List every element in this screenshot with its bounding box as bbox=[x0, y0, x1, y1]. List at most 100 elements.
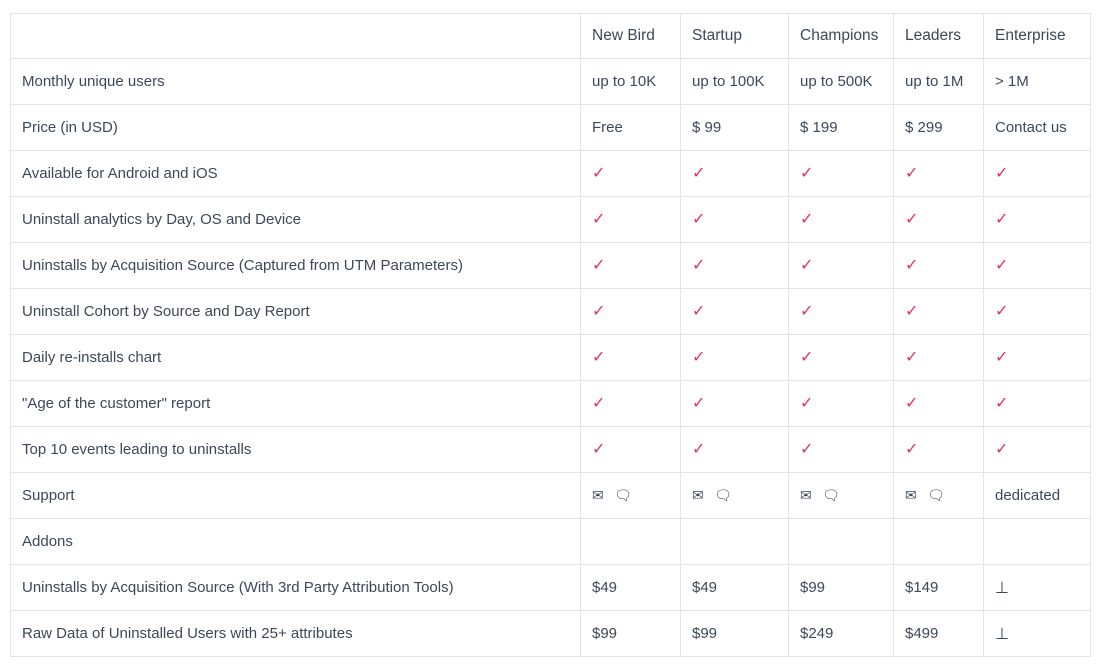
feature-included-leaders: ✓ bbox=[893, 288, 984, 335]
pricing-page: New Bird Startup Champions Leaders Enter… bbox=[0, 0, 1108, 669]
check-icon: ✓ bbox=[592, 210, 606, 228]
check-icon: ✓ bbox=[905, 440, 919, 458]
feature-included-champions: ✓ bbox=[788, 334, 894, 381]
feature-included-new-bird: ✓ bbox=[580, 288, 681, 335]
cell-leaders-raw-data-of-uninstalled-users-with-25-attributes: $499 bbox=[893, 610, 984, 657]
check-icon: ✓ bbox=[692, 256, 706, 274]
cell-startup-raw-data-of-uninstalled-users-with-25-attributes: $99 bbox=[680, 610, 789, 657]
check-icon: ✓ bbox=[800, 440, 814, 458]
cell-enterprise-price-in-usd: Contact us bbox=[983, 104, 1091, 151]
check-icon: ✓ bbox=[995, 394, 1009, 412]
feature-label-age-of-the-customer-report: "Age of the customer" report bbox=[10, 380, 581, 427]
feature-included-startup: ✓ bbox=[680, 380, 789, 427]
feature-included-leaders: ✓ bbox=[893, 334, 984, 381]
cell-champions-addons bbox=[788, 518, 894, 565]
check-icon: ✓ bbox=[692, 302, 706, 320]
feature-included-new-bird: ✓ bbox=[580, 150, 681, 197]
feature-included-champions: ✓ bbox=[788, 380, 894, 427]
cell-enterprise-addons bbox=[983, 518, 1091, 565]
cell-new-bird-price-in-usd: Free bbox=[580, 104, 681, 151]
check-icon: ✓ bbox=[905, 256, 919, 274]
feature-included-champions: ✓ bbox=[788, 242, 894, 289]
pricing-comparison-table: New Bird Startup Champions Leaders Enter… bbox=[10, 13, 1091, 657]
feature-label-addons: Addons bbox=[10, 518, 581, 565]
addon-download-enterprise: ⊥ bbox=[983, 610, 1091, 657]
check-icon: ✓ bbox=[592, 164, 606, 182]
cell-leaders-monthly-unique-users: up to 1M bbox=[893, 58, 984, 105]
feature-included-leaders: ✓ bbox=[893, 196, 984, 243]
feature-label-available-for-android-and-ios: Available for Android and iOS bbox=[10, 150, 581, 197]
cell-new-bird-monthly-unique-users: up to 10K bbox=[580, 58, 681, 105]
check-icon: ✓ bbox=[800, 394, 814, 412]
check-icon: ✓ bbox=[592, 394, 606, 412]
cell-new-bird-addons bbox=[580, 518, 681, 565]
cell-champions-monthly-unique-users: up to 500K bbox=[788, 58, 894, 105]
table-row: Addons bbox=[10, 518, 1091, 565]
check-icon: ✓ bbox=[692, 210, 706, 228]
check-icon: ✓ bbox=[995, 440, 1009, 458]
check-icon: ✓ bbox=[592, 348, 606, 366]
feature-included-champions: ✓ bbox=[788, 288, 894, 335]
feature-label-uninstall-analytics-by-day-os-and-device: Uninstall analytics by Day, OS and Devic… bbox=[10, 196, 581, 243]
plan-header-row: New Bird Startup Champions Leaders Enter… bbox=[10, 13, 1091, 59]
table-row: Top 10 events leading to uninstalls ✓ ✓ ✓ ✓ ✓ bbox=[10, 426, 1091, 473]
support-channels-startup: ✉ 🗨 bbox=[680, 472, 789, 519]
feature-included-startup: ✓ bbox=[680, 242, 789, 289]
check-icon: ✓ bbox=[905, 302, 919, 320]
cell-enterprise-monthly-unique-users: > 1M bbox=[983, 58, 1091, 105]
download-icon: ⊥ bbox=[995, 577, 1009, 597]
check-icon: ✓ bbox=[592, 256, 606, 274]
feature-included-leaders: ✓ bbox=[893, 242, 984, 289]
check-icon: ✓ bbox=[995, 348, 1009, 366]
check-icon: ✓ bbox=[800, 210, 814, 228]
check-icon: ✓ bbox=[905, 394, 919, 412]
feature-included-enterprise: ✓ bbox=[983, 288, 1091, 335]
table-row: Daily re-installs chart ✓ ✓ ✓ ✓ ✓ bbox=[10, 334, 1091, 381]
support-channels-leaders: ✉ 🗨 bbox=[893, 472, 984, 519]
support-channels-champions: ✉ 🗨 bbox=[788, 472, 894, 519]
check-icon: ✓ bbox=[800, 348, 814, 366]
feature-included-champions: ✓ bbox=[788, 150, 894, 197]
envelope-icon-and-chat-icon: ✉ 🗨 bbox=[905, 487, 948, 504]
support-channels-new-bird: ✉ 🗨 bbox=[580, 472, 681, 519]
envelope-icon-and-chat-icon: ✉ 🗨 bbox=[592, 487, 635, 504]
feature-included-leaders: ✓ bbox=[893, 426, 984, 473]
table-row: Uninstall analytics by Day, OS and Devic… bbox=[10, 196, 1091, 243]
table-row: Monthly unique users up to 10K up to 100K u… bbox=[10, 58, 1091, 105]
feature-included-new-bird: ✓ bbox=[580, 242, 681, 289]
table-row: "Age of the customer" report ✓ ✓ ✓ ✓ ✓ bbox=[10, 380, 1091, 427]
feature-included-startup: ✓ bbox=[680, 150, 789, 197]
table-row: Price (in USD) Free $ 99 $ 199 $ 299 Contact … bbox=[10, 104, 1091, 151]
feature-included-startup: ✓ bbox=[680, 288, 789, 335]
check-icon: ✓ bbox=[995, 210, 1009, 228]
cell-startup-monthly-unique-users: up to 100K bbox=[680, 58, 789, 105]
cell-champions-uninstalls-by-acquisition-source-with-3rd-party-: $99 bbox=[788, 564, 894, 611]
feature-label-monthly-unique-users: Monthly unique users bbox=[10, 58, 581, 105]
cell-champions-price-in-usd: $ 199 bbox=[788, 104, 894, 151]
plan-header-new-bird: New Bird bbox=[580, 13, 681, 59]
check-icon: ✓ bbox=[692, 394, 706, 412]
cell-new-bird-uninstalls-by-acquisition-source-with-3rd-party-: $49 bbox=[580, 564, 681, 611]
feature-included-new-bird: ✓ bbox=[580, 426, 681, 473]
table-row: Available for Android and iOS ✓ ✓ ✓ ✓ ✓ bbox=[10, 150, 1091, 197]
feature-included-startup: ✓ bbox=[680, 334, 789, 381]
check-icon: ✓ bbox=[692, 440, 706, 458]
cell-startup-uninstalls-by-acquisition-source-with-3rd-party-: $49 bbox=[680, 564, 789, 611]
cell-leaders-uninstalls-by-acquisition-source-with-3rd-party-: $149 bbox=[893, 564, 984, 611]
plan-header-leaders: Leaders bbox=[893, 13, 984, 59]
plan-header-startup: Startup bbox=[680, 13, 789, 59]
feature-label-raw-data-of-uninstalled-users-with-25-attributes: Raw Data of Uninstalled Users with 25+ a… bbox=[10, 610, 581, 657]
feature-included-champions: ✓ bbox=[788, 196, 894, 243]
cell-enterprise-support: dedicated bbox=[983, 472, 1091, 519]
feature-label-top-10-events-leading-to-uninstalls: Top 10 events leading to uninstalls bbox=[10, 426, 581, 473]
feature-included-startup: ✓ bbox=[680, 196, 789, 243]
download-icon: ⊥ bbox=[995, 623, 1009, 643]
check-icon: ✓ bbox=[905, 210, 919, 228]
cell-leaders-addons bbox=[893, 518, 984, 565]
cell-leaders-price-in-usd: $ 299 bbox=[893, 104, 984, 151]
feature-included-champions: ✓ bbox=[788, 426, 894, 473]
feature-included-new-bird: ✓ bbox=[580, 334, 681, 381]
feature-included-enterprise: ✓ bbox=[983, 334, 1091, 381]
check-icon: ✓ bbox=[995, 302, 1009, 320]
cell-startup-price-in-usd: $ 99 bbox=[680, 104, 789, 151]
